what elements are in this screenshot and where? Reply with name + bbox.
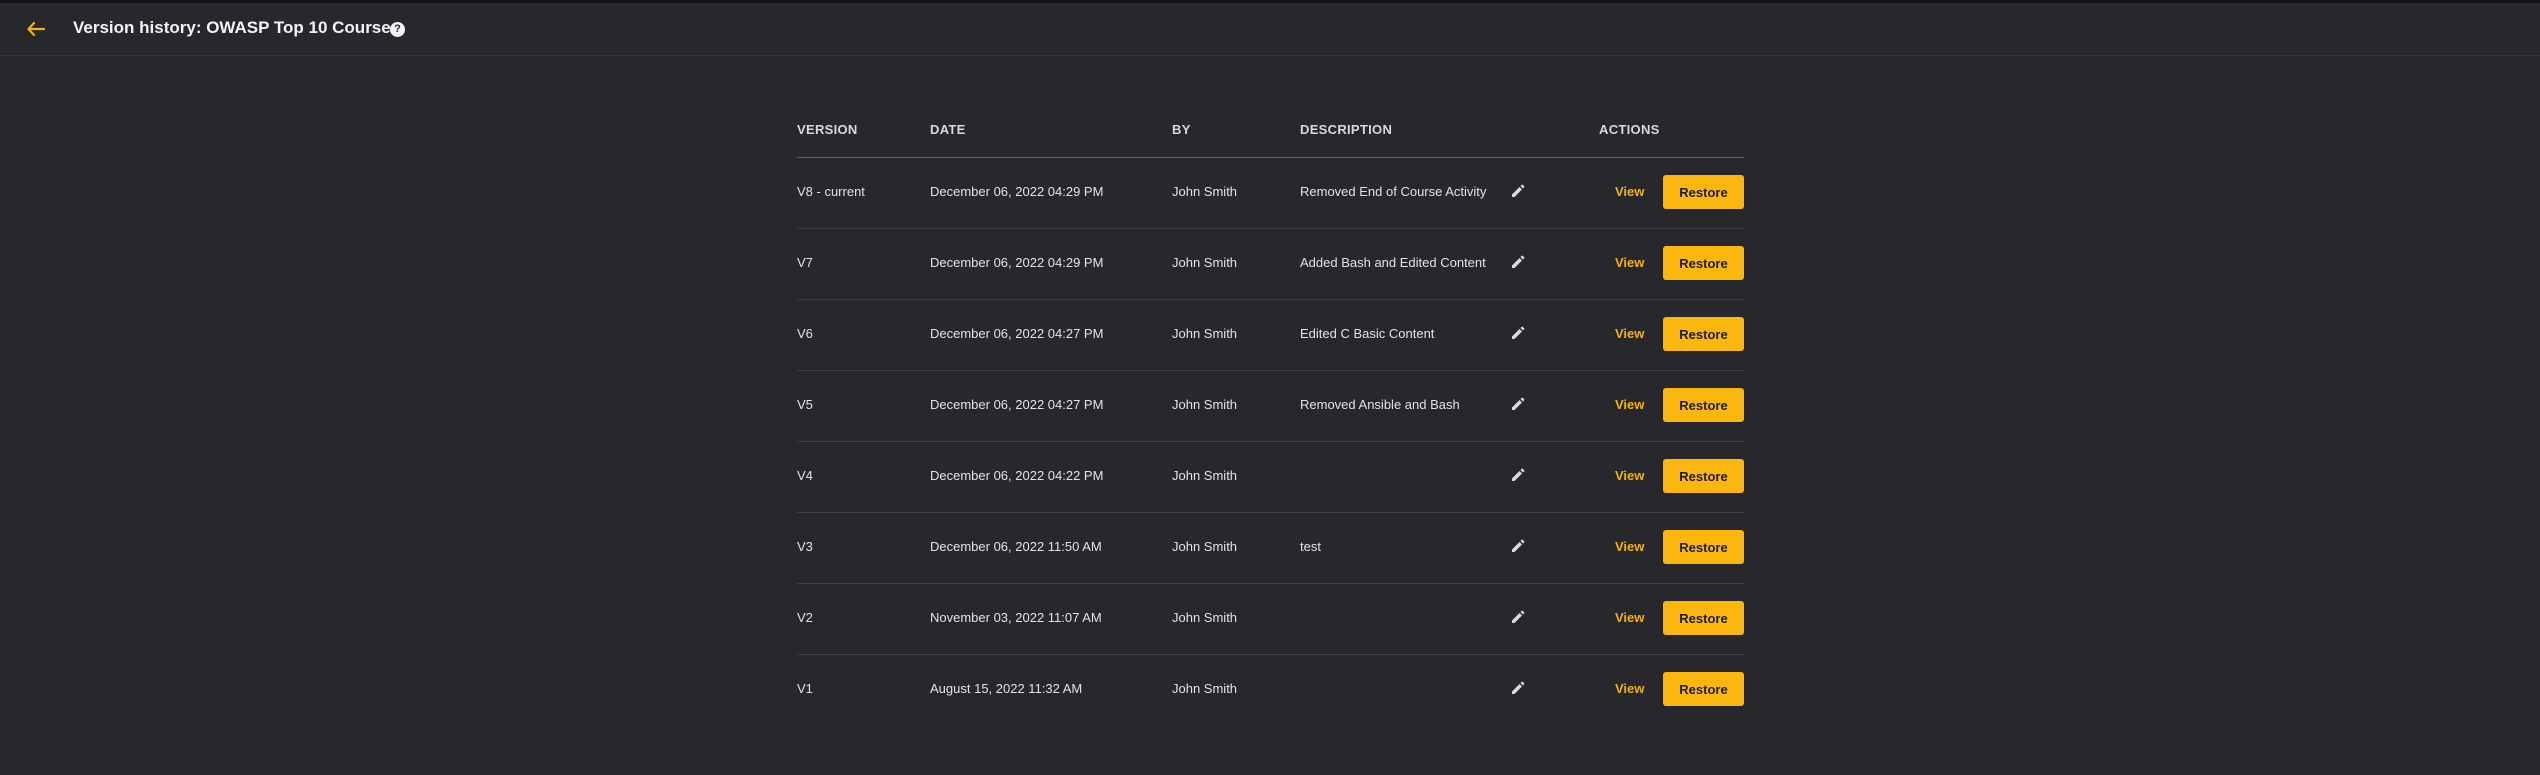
pencil-icon (1512, 681, 1525, 694)
date-cell: December 06, 2022 04:29 PM (930, 255, 1104, 270)
table-row: V1 August 15, 2022 11:32 AM John Smith View… (797, 655, 1744, 725)
view-link[interactable]: View (1615, 397, 1644, 412)
table-row: V4 December 06, 2022 04:22 PM John Smith Vi… (797, 442, 1744, 513)
edit-description-button[interactable] (1509, 395, 1527, 413)
column-header-actions: ACTIONS (1599, 122, 1660, 137)
pencil-icon (1512, 255, 1525, 268)
edit-description-button[interactable] (1509, 608, 1527, 626)
description-cell: Removed End of Course Activity (1300, 184, 1487, 199)
edit-description-button[interactable] (1509, 324, 1527, 342)
author-cell: John Smith (1172, 468, 1238, 483)
column-header-description: DESCRIPTION (1300, 122, 1393, 137)
restore-button[interactable]: Restore (1663, 246, 1744, 280)
top-bar: Version history: OWASP Top 10 Course ? (0, 0, 2540, 56)
edit-description-button[interactable] (1509, 182, 1527, 200)
restore-button[interactable]: Restore (1663, 175, 1744, 209)
author-cell: John Smith (1172, 681, 1238, 696)
author-cell: John Smith (1172, 326, 1238, 341)
edit-description-button[interactable] (1509, 253, 1527, 271)
table-row: V8 - current December 06, 2022 04:29 PM Jo… (797, 158, 1744, 229)
table-row: V2 November 03, 2022 11:07 AM John Smith Vi… (797, 584, 1744, 655)
view-link[interactable]: View (1615, 255, 1644, 270)
description-cell: Removed Ansible and Bash (1300, 397, 1460, 412)
date-cell: December 06, 2022 04:22 PM (930, 468, 1104, 483)
pencil-icon (1512, 326, 1525, 339)
restore-button[interactable]: Restore (1663, 672, 1744, 706)
restore-button[interactable]: Restore (1663, 601, 1744, 635)
date-cell: December 06, 2022 11:50 AM (930, 539, 1102, 554)
author-cell: John Smith (1172, 184, 1238, 199)
edit-description-button[interactable] (1509, 466, 1527, 484)
column-header-by: BY (1172, 122, 1191, 137)
table-row: V6 December 06, 2022 04:27 PM John Smith Ed… (797, 300, 1744, 371)
description-cell: Added Bash and Edited Content (1300, 255, 1486, 270)
restore-button[interactable]: Restore (1663, 317, 1744, 351)
pencil-icon (1512, 468, 1525, 481)
restore-button[interactable]: Restore (1663, 388, 1744, 422)
view-link[interactable]: View (1615, 610, 1644, 625)
version-cell: V5 (797, 397, 813, 412)
restore-button[interactable]: Restore (1663, 530, 1744, 564)
column-header-date: DATE (930, 122, 966, 137)
pencil-icon (1512, 539, 1525, 552)
view-link[interactable]: View (1615, 326, 1644, 341)
view-link[interactable]: View (1615, 184, 1644, 199)
table-row: V7 December 06, 2022 04:29 PM John Smith Ad… (797, 229, 1744, 300)
version-cell: V7 (797, 255, 813, 270)
version-cell: V3 (797, 539, 813, 554)
date-cell: August 15, 2022 11:32 AM (930, 681, 1083, 696)
edit-description-button[interactable] (1509, 679, 1527, 697)
question-circle-icon[interactable]: ? (390, 22, 405, 37)
pencil-icon (1512, 397, 1525, 410)
author-cell: John Smith (1172, 255, 1238, 270)
pencil-icon (1512, 184, 1525, 197)
edit-description-button[interactable] (1509, 537, 1527, 555)
view-link[interactable]: View (1615, 681, 1644, 696)
view-link[interactable]: View (1615, 539, 1644, 554)
version-cell: V8 - current (797, 184, 865, 199)
page-title: Version history: OWASP Top 10 Course (73, 18, 391, 37)
view-link[interactable]: View (1615, 468, 1644, 483)
version-cell: V2 (797, 610, 813, 625)
back-button[interactable] (24, 17, 48, 41)
version-cell: V1 (797, 681, 813, 696)
date-cell: December 06, 2022 04:27 PM (930, 326, 1104, 341)
author-cell: John Smith (1172, 397, 1238, 412)
date-cell: November 03, 2022 11:07 AM (930, 610, 1102, 625)
arrow-left-icon (27, 21, 46, 37)
table-header: VERSION DATE BY DESCRIPTION ACTIONS (797, 110, 1744, 158)
table-body: V8 - current December 06, 2022 04:29 PM Jo… (797, 158, 1744, 725)
description-cell: Edited C Basic Content (1300, 326, 1435, 341)
version-history-table: VERSION DATE BY DESCRIPTION ACTIONS V8 -… (797, 110, 1744, 725)
version-cell: V6 (797, 326, 813, 341)
restore-button[interactable]: Restore (1663, 459, 1744, 493)
description-cell: test (1300, 539, 1321, 554)
column-header-version: VERSION (797, 122, 858, 137)
date-cell: December 06, 2022 04:27 PM (930, 397, 1104, 412)
pencil-icon (1512, 610, 1525, 623)
author-cell: John Smith (1172, 539, 1238, 554)
date-cell: December 06, 2022 04:29 PM (930, 184, 1104, 199)
table-row: V3 December 06, 2022 11:50 AM John Smith te… (797, 513, 1744, 584)
version-cell: V4 (797, 468, 813, 483)
author-cell: John Smith (1172, 610, 1238, 625)
table-row: V5 December 06, 2022 04:27 PM John Smith Re… (797, 371, 1744, 442)
